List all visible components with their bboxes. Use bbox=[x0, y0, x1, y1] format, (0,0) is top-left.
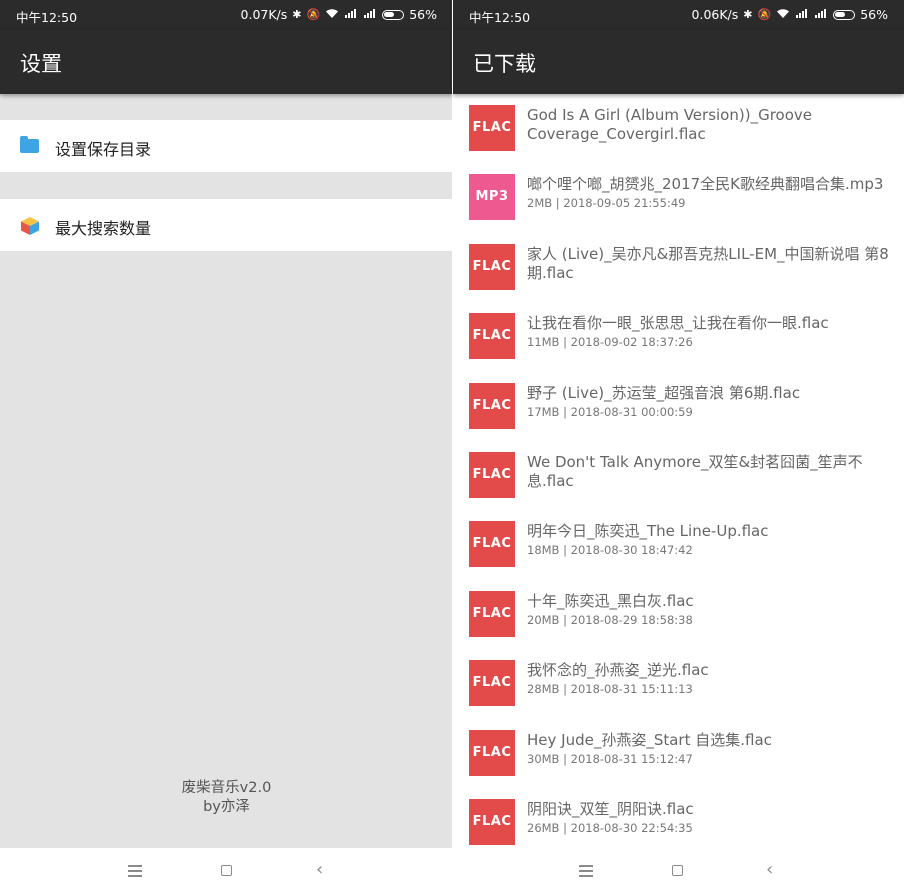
download-item[interactable]: FLAC We Don't Talk Anymore_双笙&封茗囧菌_笙声不息.f… bbox=[453, 441, 904, 510]
file-name: 野子 (Live)_苏运莹_超强音浪 第6期.flac bbox=[527, 383, 801, 402]
battery-level: 56% bbox=[409, 7, 437, 22]
file-name: 明年今日_陈奕迅_The Line-Up.flac bbox=[527, 522, 769, 541]
battery-icon bbox=[382, 9, 405, 20]
page-title: 设置 bbox=[20, 52, 62, 76]
battery-level: 56% bbox=[860, 7, 888, 22]
setting-label: 最大搜索数量 bbox=[55, 219, 152, 238]
file-name: We Don't Talk Anymore_双笙&封茗囧菌_笙声不息.flac bbox=[527, 453, 863, 490]
folder-icon bbox=[20, 136, 40, 155]
setting-max-search-count[interactable]: 最大搜索数量 bbox=[0, 199, 453, 251]
file-name: Hey Jude_孙燕姿_Start 自选集.flac bbox=[527, 730, 772, 749]
settings-screen: 中午12:50 0.07K/s ✱ 🔕 56% 设置 设置保存目录 最大搜索数量… bbox=[0, 0, 453, 894]
format-badge: FLAC bbox=[469, 313, 515, 360]
download-item[interactable]: FLAC 明年今日_陈奕迅_The Line-Up.flac 18MB | 2018… bbox=[453, 510, 904, 579]
file-name: 家人 (Live)_吴亦凡&那吾克热LIL-EM_中国新说唱 第8期.flac bbox=[527, 244, 889, 282]
format-badge: FLAC bbox=[469, 105, 515, 151]
format-badge: FLAC bbox=[469, 660, 515, 707]
signal-icon bbox=[795, 8, 809, 22]
wifi-icon bbox=[776, 8, 790, 22]
app-version: 废柴音乐v2.0 bbox=[181, 780, 272, 796]
download-item[interactable]: MP3 啷个哩个啷_胡赟兆_2017全民K歌经典翻唱合集.mp3 2MB | 201… bbox=[453, 163, 904, 232]
download-item[interactable]: FLAC 野子 (Live)_苏运莹_超强音浪 第6期.flac 17MB | 20… bbox=[453, 372, 904, 441]
format-badge: FLAC bbox=[469, 243, 515, 290]
file-meta: 30MB | 2018-08-31 15:12:47 bbox=[527, 751, 693, 766]
mute-icon: 🔕 bbox=[757, 7, 772, 21]
file-name: 让我在看你一眼_张思思_让我在看你一眼.flac bbox=[527, 314, 829, 333]
navigation-bar: ‹ bbox=[0, 848, 453, 894]
file-meta: 18MB | 2018-08-30 18:47:42 bbox=[527, 543, 693, 558]
menu-icon[interactable] bbox=[128, 865, 142, 877]
network-speed: 0.07K/s bbox=[240, 7, 288, 22]
navigation-bar: ‹ bbox=[453, 848, 904, 894]
file-meta: 17MB | 2018-08-31 00:00:59 bbox=[527, 404, 693, 419]
status-bar: 中午12:50 0.07K/s ✱ 🔕 56% bbox=[0, 0, 453, 30]
back-icon[interactable]: ‹ bbox=[316, 861, 323, 879]
setting-label: 设置保存目录 bbox=[55, 140, 152, 159]
setting-save-directory[interactable]: 设置保存目录 bbox=[0, 120, 453, 172]
home-icon[interactable] bbox=[221, 865, 232, 876]
status-indicators: 0.07K/s ✱ 🔕 56% bbox=[241, 7, 437, 22]
format-badge: FLAC bbox=[469, 799, 515, 845]
file-meta: 2MB | 2018-09-05 21:55:49 bbox=[527, 196, 686, 211]
download-item[interactable]: FLAC 让我在看你一眼_张思思_让我在看你一眼.flac 11MB | 2018-… bbox=[453, 302, 904, 371]
format-badge: FLAC bbox=[469, 452, 515, 498]
format-badge: MP3 bbox=[469, 174, 515, 221]
format-badge: FLAC bbox=[469, 521, 515, 568]
download-item[interactable]: FLAC 我怀念的_孙燕姿_逆光.flac 28MB | 2018-08-31 15… bbox=[453, 649, 904, 718]
cube-icon bbox=[20, 216, 40, 235]
format-badge: FLAC bbox=[469, 382, 515, 429]
signal-icon-2 bbox=[363, 8, 377, 22]
signal-icon bbox=[344, 8, 358, 22]
app-bar: 设置 bbox=[0, 30, 453, 94]
file-name: 啷个哩个啷_胡赟兆_2017全民K歌经典翻唱合集.mp3 bbox=[527, 175, 884, 194]
file-meta: 28MB | 2018-08-31 15:11:13 bbox=[527, 682, 693, 697]
format-badge: FLAC bbox=[469, 729, 515, 776]
battery-icon bbox=[833, 9, 856, 20]
file-meta: 11MB | 2018-09-02 18:37:26 bbox=[527, 335, 693, 350]
bluetooth-icon: ✱ bbox=[743, 7, 753, 21]
back-icon[interactable]: ‹ bbox=[766, 861, 773, 879]
app-author: by亦泽 bbox=[203, 799, 250, 815]
wifi-icon bbox=[325, 8, 339, 22]
file-name: 阴阳诀_双笙_阴阳诀.flac bbox=[527, 800, 694, 818]
download-item[interactable]: FLAC 十年_陈奕迅_黑白灰.flac 20MB | 2018-08-29 18:… bbox=[453, 580, 904, 649]
mute-icon: 🔕 bbox=[306, 7, 321, 21]
network-speed: 0.06K/s bbox=[691, 7, 739, 22]
menu-icon[interactable] bbox=[579, 865, 593, 877]
page-title: 已下载 bbox=[473, 52, 536, 76]
file-meta: 26MB | 2018-08-30 22:54:35 bbox=[527, 821, 693, 835]
format-badge: FLAC bbox=[469, 590, 515, 637]
download-item[interactable]: FLAC 阴阳诀_双笙_阴阳诀.flac 26MB | 2018-08-30 22:… bbox=[453, 788, 904, 857]
file-meta: 20MB | 2018-08-29 18:58:38 bbox=[527, 612, 693, 627]
status-time: 中午12:50 bbox=[16, 10, 78, 25]
home-icon[interactable] bbox=[672, 865, 683, 876]
file-name: God Is A Girl (Album Version))_Groove Co… bbox=[527, 106, 812, 143]
file-name: 我怀念的_孙燕姿_逆光.flac bbox=[527, 661, 709, 680]
bluetooth-icon: ✱ bbox=[292, 7, 302, 21]
status-time: 中午12:50 bbox=[469, 10, 531, 25]
download-item[interactable]: FLAC 家人 (Live)_吴亦凡&那吾克热LIL-EM_中国新说唱 第8期.f… bbox=[453, 233, 904, 302]
file-name: 十年_陈奕迅_黑白灰.flac bbox=[527, 591, 694, 610]
status-indicators: 0.06K/s ✱ 🔕 56% bbox=[692, 7, 888, 22]
download-item[interactable]: FLAC God Is A Girl (Album Version))_Groov… bbox=[453, 94, 904, 163]
download-item[interactable]: FLAC Hey Jude_孙燕姿_Start 自选集.flac 30MB | 20… bbox=[453, 719, 904, 788]
signal-icon-2 bbox=[814, 8, 828, 22]
downloads-screen: 中午12:50 0.06K/s ✱ 🔕 56% 已下载 FLAC God Is A… bbox=[453, 0, 904, 894]
app-bar: 已下载 bbox=[453, 30, 904, 94]
status-bar: 中午12:50 0.06K/s ✱ 🔕 56% bbox=[453, 0, 904, 30]
